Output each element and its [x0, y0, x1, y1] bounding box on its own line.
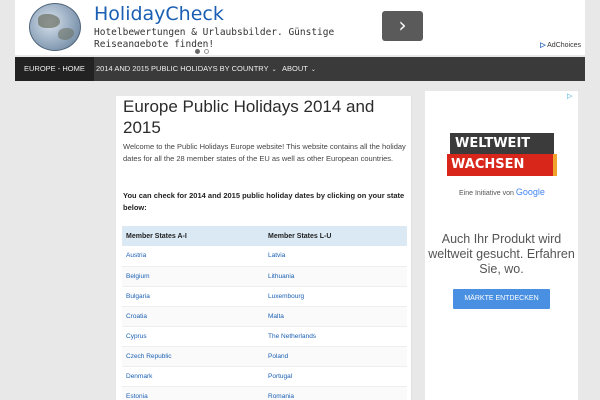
- weltweit-wachsen-logo: WELTWEIT WACHSEN: [447, 133, 559, 193]
- state-link[interactable]: Malta: [264, 306, 407, 327]
- ad-next-arrow-button[interactable]: ›: [382, 11, 423, 41]
- state-link[interactable]: Portugal: [264, 366, 407, 387]
- state-link[interactable]: Belgium: [122, 266, 264, 287]
- page-title: Europe Public Holidays 2014 and 2015: [123, 97, 375, 137]
- ad-text[interactable]: Hotelbewertungen & Urlaubsbilder. Günsti…: [94, 27, 364, 47]
- state-link[interactable]: Austria: [122, 246, 264, 267]
- adchoices-icon[interactable]: ▷: [567, 93, 575, 101]
- state-link[interactable]: Estonia: [122, 386, 264, 400]
- main-content: Europe Public Holidays 2014 and 2015 Wel…: [116, 96, 412, 400]
- state-link[interactable]: Luxembourg: [264, 286, 407, 307]
- state-link[interactable]: Denmark: [122, 366, 264, 387]
- discover-markets-button[interactable]: MÄRKTE ENTDECKEN: [453, 289, 550, 309]
- main-nav-bar: Europe - Home 2014 and 2015 Public Holid…: [15, 57, 585, 81]
- instructions-paragraph: You can check for 2014 and 2015 public h…: [123, 191, 405, 212]
- adchoices-icon: ▷: [540, 42, 546, 49]
- top-ad-banner[interactable]: HolidayCheck Hotelbewertungen & Urlaubsb…: [15, 0, 585, 55]
- chevron-down-icon: ⌄: [310, 67, 316, 73]
- column-header-a-i: Member States A-I: [122, 226, 264, 246]
- state-link[interactable]: Croatia: [122, 306, 264, 327]
- table-row: Belgium Lithuania: [122, 266, 407, 287]
- state-link[interactable]: Latvia: [264, 246, 407, 267]
- globe-logo-icon[interactable]: [29, 3, 81, 51]
- table-header-row: Member States A-I Member States L-U: [122, 226, 407, 246]
- table-row: Bulgaria Luxembourg: [122, 286, 407, 307]
- nav-label: Europe - Home: [24, 64, 85, 73]
- nav-item-about[interactable]: About ⌄: [273, 57, 325, 81]
- state-link[interactable]: Czech Republic: [122, 346, 264, 367]
- table-row: Czech Republic Poland: [122, 346, 407, 367]
- state-link[interactable]: Cyprus: [122, 326, 264, 347]
- initiative-prefix: Eine Initiative von: [459, 190, 514, 197]
- table-row: Cyprus The Netherlands: [122, 326, 407, 347]
- state-link[interactable]: The Netherlands: [264, 326, 407, 347]
- table-row: Denmark Portugal: [122, 366, 407, 387]
- table-row: Estonia Romania: [122, 386, 407, 400]
- ad-initiative-line: Eine Initiative von Google: [459, 187, 545, 197]
- nav-item-public-holidays-by-country[interactable]: 2014 and 2015 Public Holidays by Country…: [87, 57, 286, 81]
- member-states-table: Member States A-I Member States L-U Aust…: [122, 226, 407, 400]
- nav-label: 2014 and 2015 Public Holidays by Country: [96, 64, 269, 73]
- state-link[interactable]: Lithuania: [264, 266, 407, 287]
- state-link[interactable]: Poland: [264, 346, 407, 367]
- google-brand: Google: [515, 187, 545, 197]
- table-row: Croatia Malta: [122, 306, 407, 327]
- logo-text-bottom: WACHSEN: [447, 154, 557, 176]
- state-link[interactable]: Bulgaria: [122, 286, 264, 307]
- nav-label: About: [282, 64, 308, 73]
- pager-dot[interactable]: [204, 49, 209, 54]
- pager-dot-active[interactable]: [195, 49, 200, 54]
- state-link[interactable]: Romania: [264, 386, 407, 400]
- column-header-l-u: Member States L-U: [264, 226, 407, 246]
- nav-item-europe-home[interactable]: Europe - Home: [15, 57, 94, 81]
- logo-text-top: WELTWEIT: [450, 133, 554, 154]
- side-ad[interactable]: ▷ WELTWEIT WACHSEN Eine Initiative von G…: [425, 91, 578, 400]
- intro-paragraph: Welcome to the Public Holidays Europe we…: [123, 142, 406, 163]
- table-row: Austria Latvia: [122, 246, 407, 267]
- ad-title[interactable]: HolidayCheck: [94, 3, 224, 25]
- adchoices-text: AdChoices: [547, 42, 581, 49]
- adchoices-label[interactable]: ▷ AdChoices: [540, 41, 581, 49]
- ad-copy: Auch Ihr Produkt wird weltweit gesucht. …: [428, 232, 575, 276]
